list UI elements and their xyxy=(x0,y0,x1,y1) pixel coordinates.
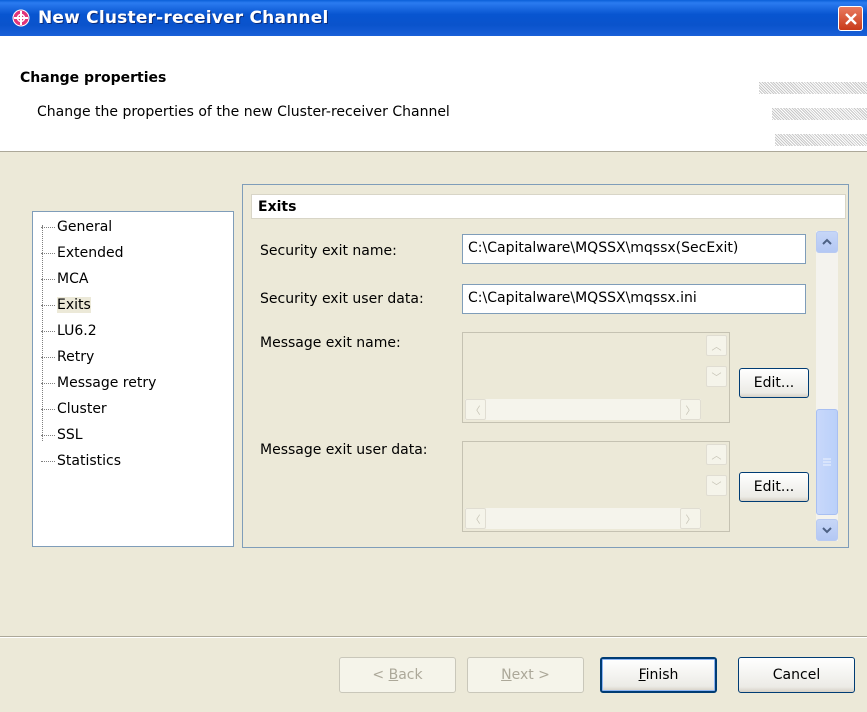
nav-item-label: Extended xyxy=(57,245,124,261)
chevron-right-icon: 〉 xyxy=(685,406,696,417)
nav-item-exits[interactable]: Exits xyxy=(41,294,91,316)
message-exit-name-label: Message exit name: xyxy=(260,335,401,351)
finish-label-mnemonic: F xyxy=(638,667,646,683)
chevron-right-icon: 〉 xyxy=(685,515,696,526)
security-exit-user-data-field[interactable]: C:\Capitalware\MQSSX\mqssx.ini xyxy=(462,284,806,314)
wizard-header: Change properties Change the properties … xyxy=(0,36,867,152)
nav-item-lu62[interactable]: LU6.2 xyxy=(41,320,97,342)
finish-label-rest: inish xyxy=(645,667,679,683)
chevron-down-icon: ﹀ xyxy=(711,373,722,384)
nav-item-extended[interactable]: Extended xyxy=(41,242,124,264)
app-icon xyxy=(12,9,30,27)
scroll-left-button[interactable]: 〈 xyxy=(465,399,486,420)
nav-item-message-retry[interactable]: Message retry xyxy=(41,372,156,394)
security-exit-name-label: Security exit name: xyxy=(260,243,397,259)
edit-message-exit-user-data-button[interactable]: Edit... xyxy=(739,472,809,502)
scroll-right-button[interactable]: 〉 xyxy=(680,399,701,420)
back-button[interactable]: < Back xyxy=(339,657,456,693)
scroll-up-button[interactable]: ︿ xyxy=(706,444,727,465)
nav-item-retry[interactable]: Retry xyxy=(41,346,94,368)
cancel-button[interactable]: Cancel xyxy=(738,657,855,693)
nav-item-label: Statistics xyxy=(57,453,121,469)
page-description: Change the properties of the new Cluster… xyxy=(37,104,450,120)
title-bar[interactable]: New Cluster-receiver Channel xyxy=(0,0,867,36)
finish-button[interactable]: Finish xyxy=(600,657,717,693)
next-button[interactable]: Next > xyxy=(467,657,584,693)
chevron-up-icon: ︿ xyxy=(711,342,722,353)
close-icon xyxy=(844,12,857,25)
nav-item-label: MCA xyxy=(57,271,89,287)
scroll-down-button[interactable]: ﹀ xyxy=(706,475,727,496)
back-label-pre: < xyxy=(372,667,389,683)
banner-graphic xyxy=(759,82,867,94)
nav-item-label: LU6.2 xyxy=(57,323,97,339)
next-label-rest: ext > xyxy=(511,667,550,683)
vertical-scrollbar[interactable]: ︿ ﹀ xyxy=(705,335,727,399)
message-exit-user-data-list[interactable]: ︿ ﹀ 〈 〉 xyxy=(462,441,730,532)
nav-item-label: General xyxy=(57,219,113,235)
scroll-up-button[interactable]: ︿ xyxy=(706,335,727,356)
property-nav-tree[interactable]: General Extended MCA Exits LU6.2 Retry M… xyxy=(30,209,236,549)
banner-graphic xyxy=(775,134,867,146)
chevron-down-icon xyxy=(822,527,832,534)
security-exit-name-field[interactable]: C:\Capitalware\MQSSX\mqssx(SecExit) xyxy=(462,234,806,264)
nav-item-label: SSL xyxy=(57,427,83,443)
vertical-scrollbar[interactable]: ︿ ﹀ xyxy=(705,444,727,508)
back-label-mnemonic: B xyxy=(388,667,399,683)
security-exit-user-data-label: Security exit user data: xyxy=(260,291,424,307)
chevron-left-icon: 〈 xyxy=(470,406,481,417)
back-label-rest: ack xyxy=(398,667,423,683)
panel-scroll-down-button[interactable] xyxy=(816,519,838,541)
message-exit-user-data-label: Message exit user data: xyxy=(260,442,428,458)
panel-heading: Exits xyxy=(251,194,846,219)
exits-panel: Exits Security exit name: C:\Capitalware… xyxy=(242,184,849,548)
panel-scrollbar[interactable] xyxy=(816,231,838,541)
nav-item-label: Retry xyxy=(57,349,95,365)
nav-item-statistics[interactable]: Statistics xyxy=(41,450,121,472)
banner-graphic xyxy=(772,108,867,120)
nav-item-label: Exits xyxy=(57,297,91,313)
nav-item-label: Cluster xyxy=(57,401,107,417)
nav-item-cluster[interactable]: Cluster xyxy=(41,398,107,420)
nav-item-general[interactable]: General xyxy=(41,216,112,238)
panel-scroll-thumb[interactable] xyxy=(816,409,838,515)
message-exit-name-list[interactable]: ︿ ﹀ 〈 〉 xyxy=(462,332,730,423)
nav-item-label: Message retry xyxy=(57,375,157,391)
panel-scroll-up-button[interactable] xyxy=(816,231,838,253)
chevron-left-icon: 〈 xyxy=(470,515,481,526)
nav-item-mca[interactable]: MCA xyxy=(41,268,88,290)
scroll-down-button[interactable]: ﹀ xyxy=(706,366,727,387)
horizontal-scrollbar[interactable]: 〈 〉 xyxy=(465,508,701,529)
chevron-down-icon: ﹀ xyxy=(711,482,722,493)
nav-item-ssl[interactable]: SSL xyxy=(41,424,83,446)
edit-message-exit-name-button[interactable]: Edit... xyxy=(739,368,809,398)
footer-separator xyxy=(0,636,867,638)
page-title: Change properties xyxy=(20,70,167,86)
horizontal-scrollbar[interactable]: 〈 〉 xyxy=(465,399,701,420)
window-title: New Cluster-receiver Channel xyxy=(38,8,329,28)
next-label-mnemonic: N xyxy=(501,667,512,683)
chevron-up-icon: ︿ xyxy=(711,451,722,462)
scroll-left-button[interactable]: 〈 xyxy=(465,508,486,529)
chevron-up-icon xyxy=(822,238,832,245)
scroll-right-button[interactable]: 〉 xyxy=(680,508,701,529)
close-button[interactable] xyxy=(838,6,863,31)
grip-icon xyxy=(823,458,831,466)
